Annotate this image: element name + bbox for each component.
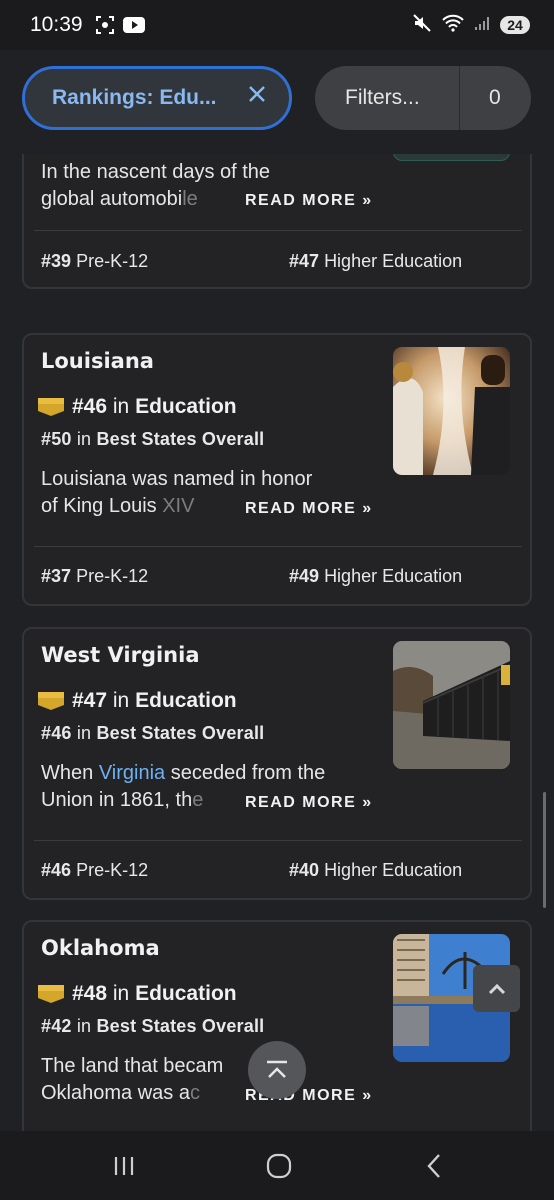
status-bar: 10:39 24 [0,0,554,50]
scrollbar[interactable] [543,792,546,908]
state-name[interactable]: Louisiana [41,349,154,373]
signal-icon [474,15,490,36]
recent-apps-button[interactable] [104,1149,144,1183]
state-name[interactable]: Oklahoma [41,936,160,960]
home-button[interactable] [259,1149,299,1183]
mute-icon [412,13,432,38]
filters-label: Filters... [345,86,420,109]
filter-bar: Rankings: Edu... Filters... 0 [0,50,554,154]
education-rank: #48 in Education [38,982,237,1006]
state-photo[interactable] [393,154,510,161]
rankings-filter-chip[interactable]: Rankings: Edu... [22,66,292,130]
virginia-link[interactable]: Virginia [99,762,165,784]
state-card-oklahoma[interactable]: Oklahoma #48 in Education #42 in Best St… [22,920,532,1131]
back-icon [427,1154,440,1178]
state-photo[interactable] [393,347,510,475]
divider [34,840,522,841]
overall-rank: #42 in Best States Overall [41,1016,265,1036]
chevron-up-icon [488,983,505,994]
screenshot-icon [95,15,115,35]
filters-button[interactable]: Filters... 0 [315,66,531,130]
prek12-rank: #39 Pre-K-12 [41,251,149,271]
back-button[interactable] [414,1149,454,1183]
state-card[interactable]: In the nascent days of the global automo… [22,154,532,289]
clock: 10:39 [30,13,83,36]
recent-apps-icon [114,1157,134,1175]
read-more-link[interactable]: READ MORE » [241,500,373,518]
battery-indicator: 24 [500,16,530,34]
home-icon [266,1153,292,1179]
state-card-louisiana[interactable]: Louisiana #46 in Education #50 in Best S… [22,333,532,606]
prek12-rank: #46 Pre-K-12 [41,860,149,880]
state-photo[interactable] [393,641,510,769]
back-to-top-button[interactable] [248,1041,306,1099]
close-icon[interactable] [247,83,267,111]
wifi-icon [442,14,464,37]
state-card-west-virginia[interactable]: West Virginia #47 in Education #46 in Be… [22,627,532,900]
read-more-link[interactable]: READ MORE » [241,794,373,812]
state-name[interactable]: West Virginia [41,643,200,667]
divider [34,546,522,547]
badge-icon [38,692,64,710]
system-navigation-bar [0,1131,554,1200]
higher-ed-rank: #40 Higher Education [289,860,463,880]
overall-rank: #50 in Best States Overall [41,429,265,449]
youtube-icon [122,17,145,33]
higher-ed-rank: #47 Higher Education [289,251,463,271]
read-more-link[interactable]: READ MORE » [241,192,373,210]
rankings-list: In the nascent days of the global automo… [0,154,554,1131]
rankings-filter-label: Rankings: Edu... [52,86,217,109]
education-rank: #46 in Education [38,395,237,419]
divider [34,230,522,231]
badge-icon [38,398,64,416]
prek12-rank: #37 Pre-K-12 [41,566,149,586]
education-rank: #47 in Education [38,689,237,713]
arrow-up-to-line-icon [267,1060,287,1078]
overall-rank: #46 in Best States Overall [41,723,265,743]
scroll-up-button[interactable] [473,965,520,1012]
badge-icon [38,985,64,1003]
filters-count: 0 [489,86,501,109]
higher-ed-rank: #49 Higher Education [289,566,463,586]
